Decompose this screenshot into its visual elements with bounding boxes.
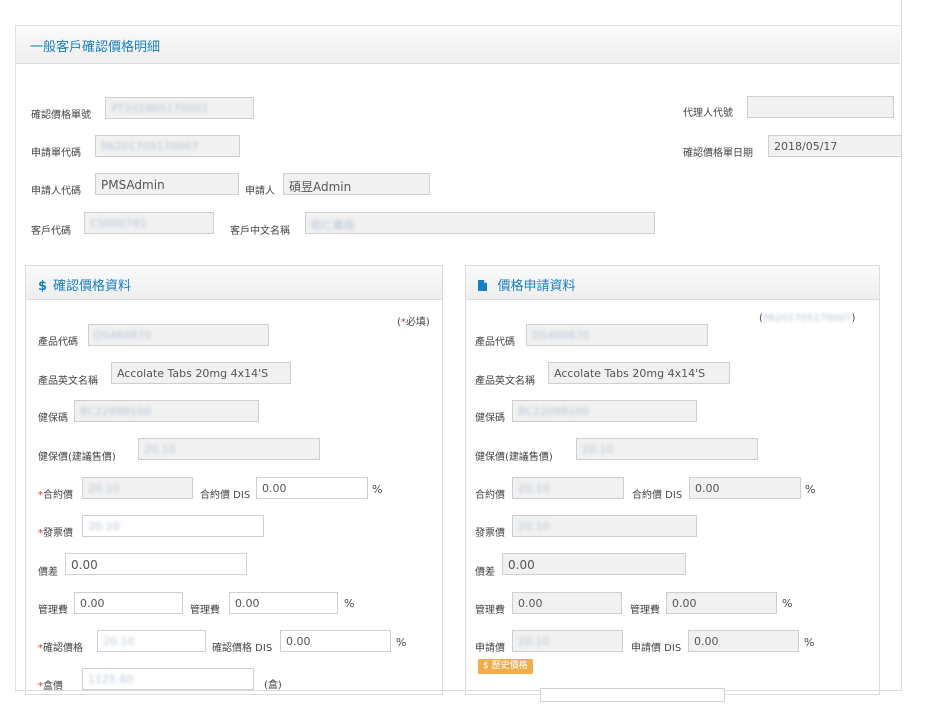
r-contract-dis-field[interactable]: 0.00 — [689, 477, 801, 499]
applicant-label: 申請人 — [245, 186, 275, 197]
r-mgmt-fee-field[interactable]: 0.00 — [512, 592, 622, 614]
page-title: 一般客戶確認價格明細 — [30, 40, 161, 55]
r-contract-price-field[interactable]: 20.10 — [512, 477, 624, 499]
confirm-price-panel-title: $ 確認價格資料 — [38, 279, 132, 294]
r-mgmt-fee-label: 管理費 — [475, 605, 505, 616]
apply-ref: (PA201705170007) — [759, 313, 856, 324]
document-icon — [478, 279, 492, 294]
nhi-code-field[interactable]: BC22098100 — [74, 400, 259, 422]
confirm-dis-field[interactable]: 0.00 — [280, 630, 391, 652]
r-product-code-field[interactable]: DS460870 — [526, 324, 708, 346]
nhi-code-label: 健保碼 — [38, 413, 68, 424]
r-contract-dis-percent: % — [805, 483, 816, 496]
price-diff-field[interactable]: 0.00 — [65, 553, 247, 575]
confirm-price-panel-header: $ 確認價格資料 — [26, 266, 442, 300]
customer-name-field[interactable]: 和仁藥局 — [305, 212, 655, 234]
product-code-field[interactable]: DS460870 — [88, 324, 269, 346]
apply-no-field[interactable]: PA201705170007 — [95, 135, 240, 157]
r-next-field[interactable] — [540, 688, 725, 702]
confirm-dis-label: 確認價格 DIS — [212, 643, 273, 654]
box-price-field[interactable]: 1125.60 — [82, 668, 254, 690]
r-mgmt-fee2-percent: % — [782, 597, 793, 610]
r-product-code-label: 產品代碼 — [475, 337, 515, 348]
r-mgmt-fee2-label: 管理費 — [630, 605, 660, 616]
contract-price-field[interactable]: 20.10 — [82, 477, 193, 499]
dollar-icon: $ — [38, 279, 48, 294]
right-border — [901, 0, 902, 690]
r-contract-price-label: 合約價 — [475, 490, 505, 501]
confirm-no-field[interactable]: PT201805170001 — [105, 97, 254, 119]
contract-dis-field[interactable]: 0.00 — [256, 477, 368, 499]
applicant-code-field[interactable]: PMSAdmin — [95, 173, 239, 195]
applicant-field[interactable]: 碩昱Admin — [283, 173, 430, 195]
confirm-date-field[interactable]: 2018/05/17 — [768, 135, 902, 157]
r-nhi-price-label: 健保價(建議售價) — [475, 452, 553, 463]
agent-code-label: 代理人代號 — [683, 108, 733, 119]
nhi-price-label: 健保價(建議售價) — [38, 452, 116, 463]
customer-name-label: 客戶中文名稱 — [230, 226, 290, 237]
r-price-diff-label: 價差 — [475, 567, 495, 578]
confirm-dis-percent: % — [396, 636, 407, 649]
product-en-name-field[interactable]: Accolate Tabs 20mg 4x14'S — [111, 362, 291, 384]
r-invoice-price-field[interactable]: 20.10 — [512, 515, 697, 537]
r-apply-dis-field[interactable]: 0.00 — [688, 630, 799, 652]
required-note: (*必填) — [397, 317, 430, 328]
page-header: 一般客戶確認價格明細 — [16, 26, 900, 64]
box-price-label: *盒價 — [38, 681, 63, 692]
r-nhi-code-label: 健保碼 — [475, 413, 505, 424]
r-price-diff-field[interactable]: 0.00 — [502, 553, 686, 575]
r-apply-price-label: 申請價 — [475, 643, 505, 654]
r-product-en-name-label: 產品英文名稱 — [475, 376, 535, 387]
invoice-price-field[interactable]: 20.10 — [82, 515, 264, 537]
mgmt-fee2-percent: % — [344, 597, 355, 610]
applicant-code-label: 申請人代碼 — [31, 186, 81, 197]
confirm-price-label: *確認價格 — [38, 643, 83, 654]
r-mgmt-fee2-field[interactable]: 0.00 — [666, 592, 777, 614]
history-price-button[interactable]: $ 歷史價格 — [478, 659, 533, 674]
contract-dis-percent: % — [372, 483, 383, 496]
product-code-label: 產品代碼 — [38, 337, 78, 348]
invoice-price-label: *發票價 — [38, 528, 73, 539]
mgmt-fee2-label: 管理費 — [190, 605, 220, 616]
r-product-en-name-field[interactable]: Accolate Tabs 20mg 4x14'S — [548, 362, 730, 384]
contract-dis-label: 合約價 DIS — [200, 490, 251, 501]
r-nhi-price-field[interactable]: 20.10 — [576, 438, 758, 460]
price-apply-panel-header: 價格申請資料 — [466, 266, 879, 300]
product-en-name-label: 產品英文名稱 — [38, 376, 98, 387]
r-nhi-code-field[interactable]: BC22098100 — [512, 400, 697, 422]
mgmt-fee2-field[interactable]: 0.00 — [229, 592, 338, 614]
customer-code-field[interactable]: CS000781 — [84, 212, 214, 234]
box-unit: (盒) — [264, 680, 282, 691]
r-apply-price-field[interactable]: 20.10 — [512, 630, 623, 652]
r-apply-dis-percent: % — [804, 636, 815, 649]
agent-code-field[interactable] — [747, 96, 894, 118]
confirm-date-label: 確認價格單日期 — [683, 148, 753, 159]
r-invoice-price-label: 發票價 — [475, 528, 505, 539]
contract-price-label: *合約價 — [38, 490, 73, 501]
price-diff-label: 價差 — [38, 567, 58, 578]
mgmt-fee-field[interactable]: 0.00 — [74, 592, 183, 614]
r-contract-dis-label: 合約價 DIS — [632, 490, 683, 501]
price-apply-panel-title: 價格申請資料 — [478, 275, 576, 294]
confirm-price-field[interactable]: 20.10 — [97, 630, 206, 652]
apply-no-label: 申請單代碼 — [31, 148, 81, 159]
customer-code-label: 客戶代碼 — [31, 226, 71, 237]
mgmt-fee-label: 管理費 — [38, 605, 68, 616]
r-apply-dis-label: 申請價 DIS — [631, 643, 682, 654]
confirm-no-label: 確認價格單號 — [31, 110, 91, 121]
nhi-price-field[interactable]: 20.10 — [138, 438, 320, 460]
